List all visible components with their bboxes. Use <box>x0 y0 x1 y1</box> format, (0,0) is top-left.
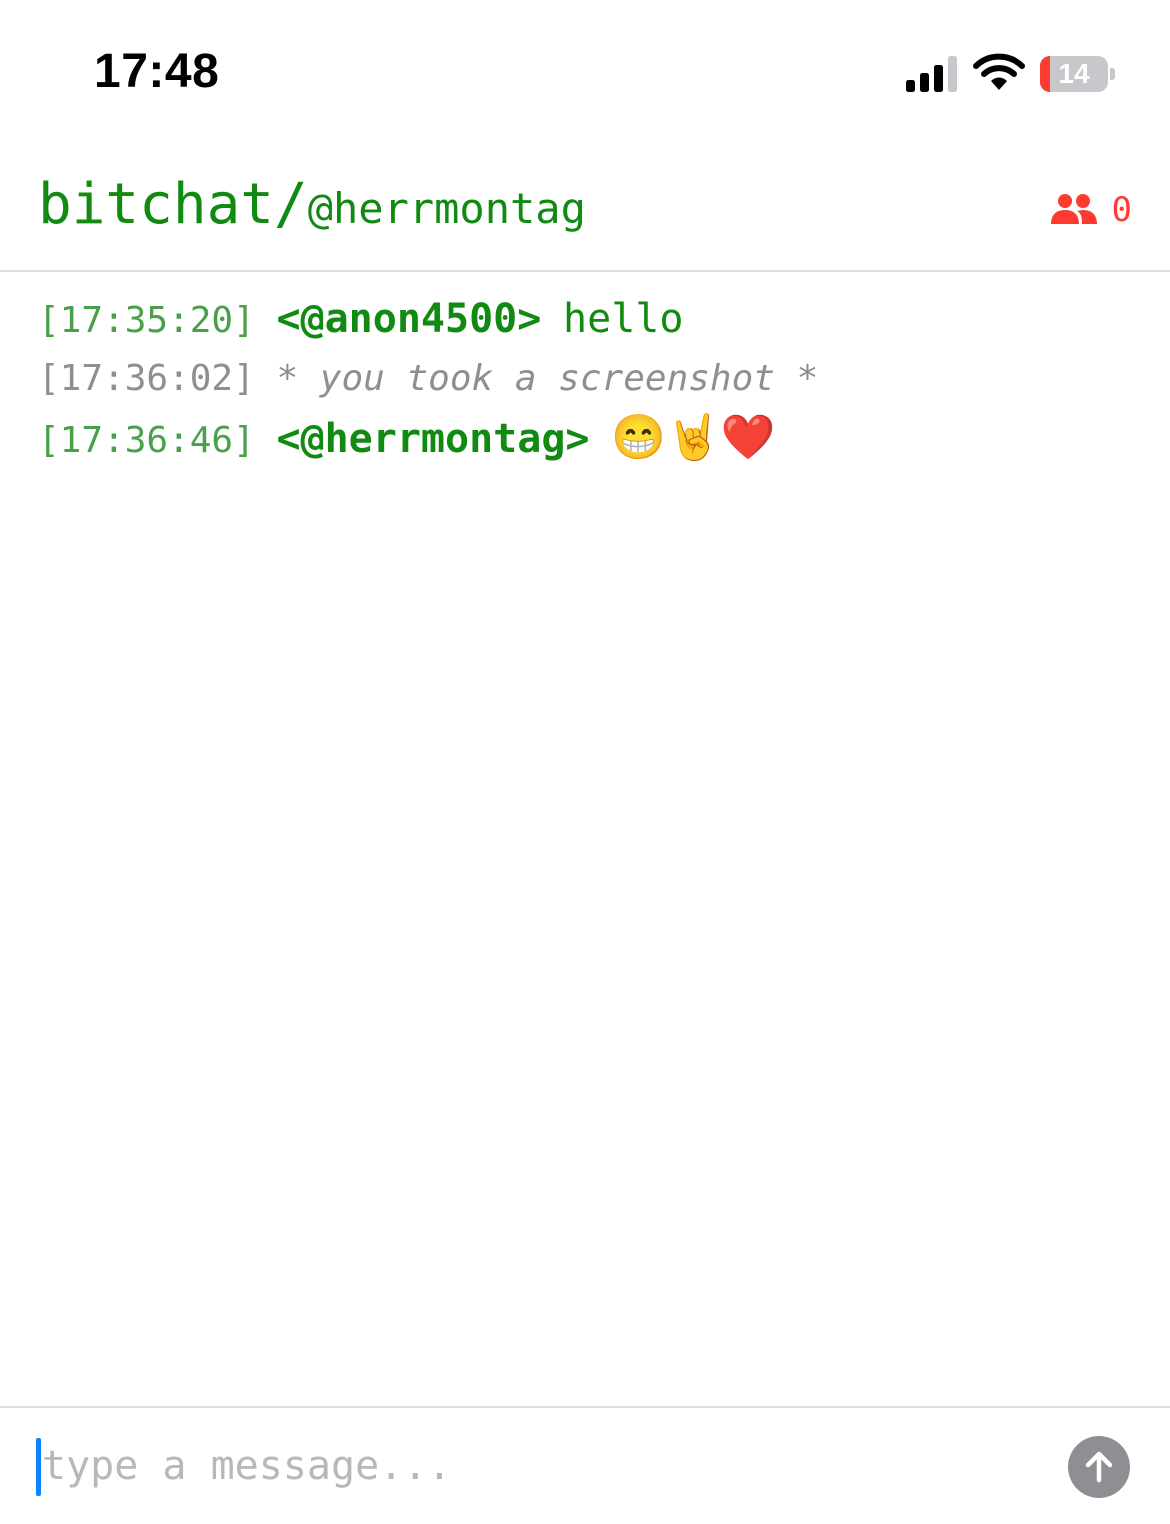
message-timestamp: [17:35:20] <box>38 300 255 341</box>
system-message-row: [17:36:02] * you took a screenshot * <box>38 349 1138 408</box>
wifi-icon <box>973 53 1025 90</box>
peer-count: 0 <box>1111 190 1132 230</box>
peer-list-button[interactable]: 0 <box>1050 190 1132 230</box>
battery-level: 14 <box>1058 58 1090 89</box>
message-text: hello <box>563 296 684 342</box>
battery-icon: 14 <box>1040 56 1116 94</box>
chat-header: bitchat/@herrmontag 0 <box>0 150 1170 272</box>
send-button[interactable] <box>1068 1436 1130 1498</box>
message-sender[interactable]: <@herrmontag> <box>276 416 589 462</box>
app-name: bitchat/ <box>38 172 308 237</box>
message-input[interactable] <box>42 1430 1022 1502</box>
message-sender[interactable]: <@anon4500> <box>276 296 541 342</box>
battery-body: 14 <box>1040 56 1108 92</box>
status-time: 17:48 <box>94 45 220 98</box>
arrow-up-icon <box>1085 1451 1113 1483</box>
status-bar: 17:48 14 <box>0 0 1170 150</box>
message-list[interactable]: [17:35:20] <@anon4500> hello [17:36:02] … <box>38 290 1138 467</box>
system-message-text: * you took a screenshot * <box>276 358 819 399</box>
nickname[interactable]: @herrmontag <box>308 184 586 233</box>
text-caret <box>36 1438 41 1496</box>
battery-tip <box>1110 68 1115 80</box>
message-composer <box>0 1406 1170 1524</box>
message-row[interactable]: [17:35:20] <@anon4500> hello <box>38 290 1138 349</box>
message-timestamp: [17:36:46] <box>38 420 255 461</box>
message-row[interactable]: [17:36:46] <@herrmontag> 😁🤘❤️ <box>38 408 1138 467</box>
message-timestamp: [17:36:02] <box>38 358 255 399</box>
people-icon <box>1050 194 1097 224</box>
app-title[interactable]: bitchat/@herrmontag <box>38 172 586 237</box>
message-text: 😁🤘❤️ <box>611 412 776 463</box>
signal-icon <box>906 56 957 92</box>
